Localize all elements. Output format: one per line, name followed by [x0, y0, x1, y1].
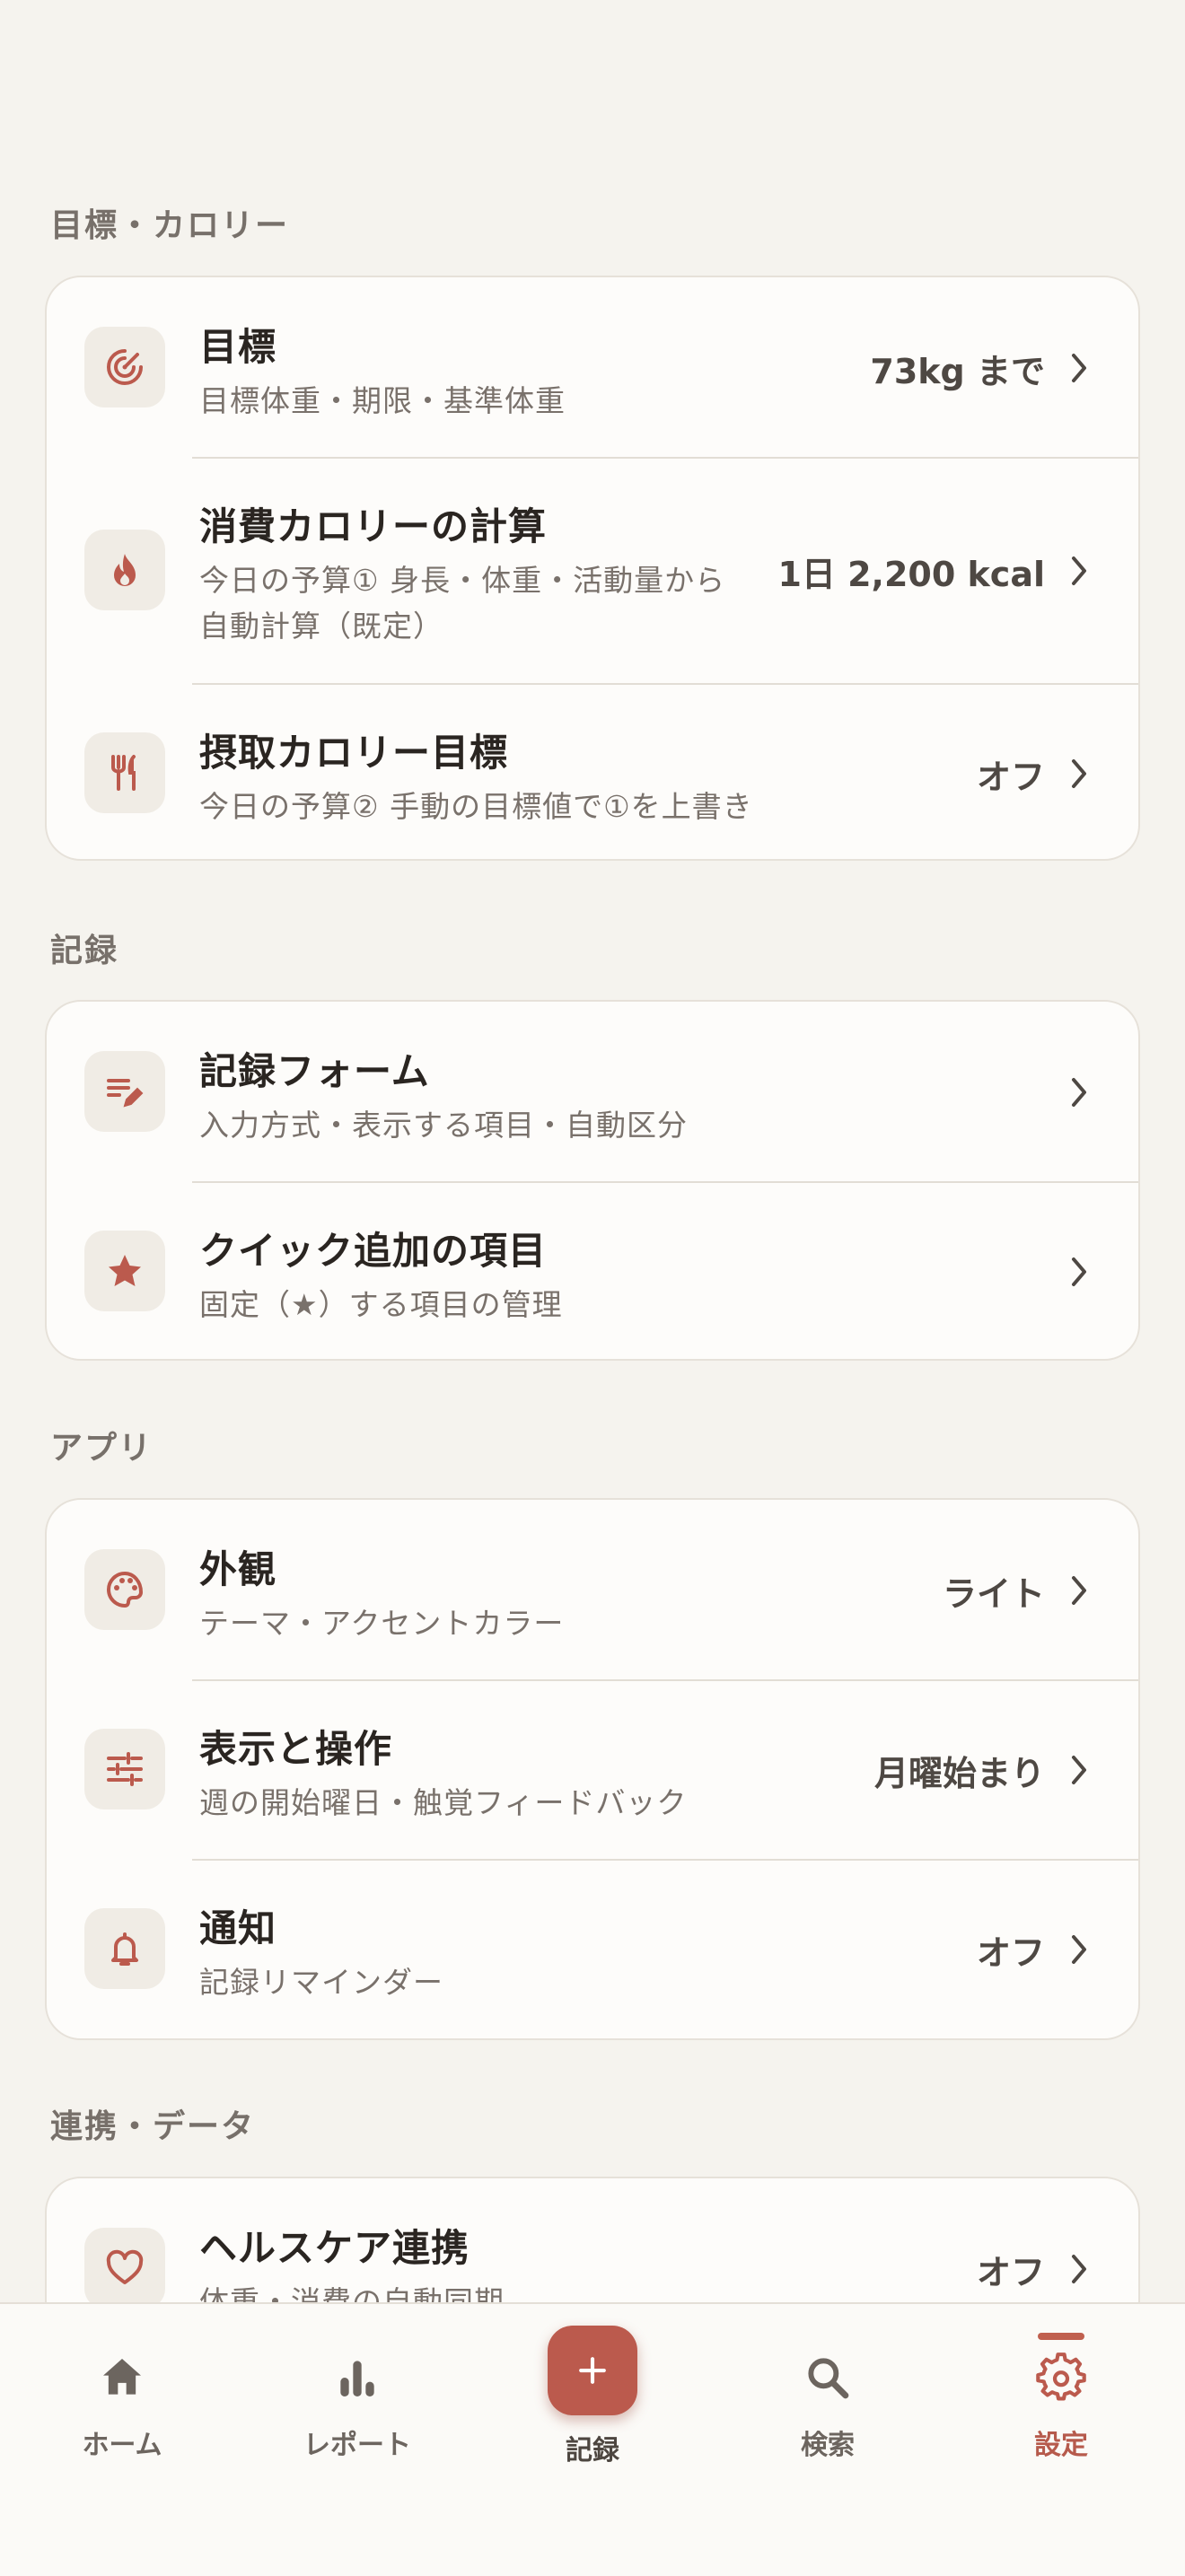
row-value: オフ — [976, 1933, 1045, 1973]
row-subtitle: テーマ・アクセントカラー — [199, 1606, 565, 1641]
active-tab-indicator — [1038, 2333, 1084, 2340]
gear-icon — [1036, 2353, 1086, 2401]
tab-reports[interactable]: レポート — [268, 2304, 447, 2502]
settings-row-healthcare[interactable]: ヘルスケア連携 体重・消費の自動同期 オフ — [47, 2178, 1138, 2302]
flame-icon — [84, 530, 165, 610]
row-subtitle-line1: 今日の予算① 身長・体重・活動量から — [199, 563, 726, 598]
tab-record-label: 記録 — [566, 2435, 619, 2466]
home-icon — [103, 2359, 141, 2395]
row-title: クイック追加の項目 — [199, 1229, 548, 1273]
row-title: 摂取カロリー目標 — [199, 731, 509, 775]
row-subtitle: 今日の予算② 手動の目標値で①を上書き — [199, 789, 753, 824]
settings-row-notifications[interactable]: 通知 記録リマインダー オフ — [47, 1859, 1138, 2038]
target-icon — [84, 327, 165, 407]
settings-row-quick-add[interactable]: クイック追加の項目 固定（★）する項目の管理 — [47, 1181, 1138, 1359]
sliders-icon — [84, 1729, 165, 1809]
section-title-goals: 目標・カロリー — [50, 207, 290, 244]
plus-icon — [579, 2357, 606, 2384]
row-value: ライト — [942, 1574, 1045, 1614]
settings-row-intake-target[interactable]: 摂取カロリー目標 今日の予算② 手動の目標値で①を上書き オフ — [47, 683, 1138, 859]
bell-icon — [84, 1908, 165, 1989]
row-value: オフ — [976, 2253, 1045, 2292]
row-subtitle: 週の開始曜日・触覚フィードバック — [199, 1785, 688, 1820]
chevron-right-icon — [1072, 759, 1086, 788]
row-subtitle: 入力方式・表示する項目・自動区分 — [199, 1108, 688, 1143]
card-app: 外観 テーマ・アクセントカラー ライト 表示と操作 週の開始曜日・触覚フィードバ… — [45, 1498, 1140, 2040]
section-title-records: 記録 — [50, 933, 119, 969]
settings-row-record-form[interactable]: 記録フォーム 入力方式・表示する項目・自動区分 — [47, 1002, 1138, 1181]
card-integration: ヘルスケア連携 体重・消費の自動同期 オフ — [45, 2177, 1140, 2302]
palette-icon — [84, 1549, 165, 1630]
chevron-right-icon — [1072, 1257, 1086, 1286]
bar-chart-icon — [340, 2361, 374, 2396]
tab-home-label: ホーム — [82, 2430, 162, 2461]
tab-settings[interactable]: 設定 — [971, 2304, 1151, 2502]
row-subtitle: 体重・消費の自動同期 — [199, 2284, 505, 2302]
card-goals: 目標 目標体重・期限・基準体重 73kg まで 消費カロリーの計算 今日の予算①… — [45, 276, 1140, 861]
section-title-integration: 連携・データ — [50, 2108, 256, 2145]
row-value: オフ — [976, 758, 1045, 797]
chevron-right-icon — [1072, 354, 1086, 382]
tab-reports-label: レポート — [303, 2430, 411, 2461]
star-icon — [84, 1231, 165, 1311]
row-title: 外観 — [199, 1547, 277, 1591]
chevron-right-icon — [1072, 1576, 1086, 1605]
section-title-app: アプリ — [50, 1430, 154, 1467]
chevron-right-icon — [1072, 556, 1086, 585]
settings-scroll-area[interactable]: 目標・カロリー 目標 目標体重・期限・基準体重 73kg まで 消費カロリーの計… — [0, 0, 1185, 2302]
tab-settings-label: 設定 — [1034, 2430, 1088, 2461]
row-subtitle: 記録リマインダー — [199, 1965, 443, 2000]
chevron-right-icon — [1072, 2255, 1086, 2283]
chevron-right-icon — [1072, 1935, 1086, 1964]
settings-row-display-controls[interactable]: 表示と操作 週の開始曜日・触覚フィードバック 月曜始まり — [47, 1679, 1138, 1859]
settings-row-appearance[interactable]: 外観 テーマ・アクセントカラー ライト — [47, 1500, 1138, 1679]
card-records: 記録フォーム 入力方式・表示する項目・自動区分 クイック追加の項目 固定（★）す… — [45, 1000, 1140, 1361]
chevron-right-icon — [1072, 1756, 1086, 1784]
search-icon — [808, 2358, 849, 2399]
fork-knife-icon — [84, 732, 165, 813]
tab-search-label: 検索 — [801, 2430, 855, 2461]
row-value: 1日 2,200 kcal — [777, 555, 1045, 594]
add-record-button[interactable] — [548, 2326, 637, 2415]
row-subtitle-line2: 自動計算（既定） — [199, 609, 443, 644]
tab-search[interactable]: 検索 — [738, 2304, 917, 2502]
row-value: 月曜始まり — [873, 1754, 1045, 1793]
row-title: 通知 — [199, 1906, 277, 1950]
chevron-right-icon — [1072, 1078, 1086, 1107]
edit-list-icon — [84, 1051, 165, 1132]
row-value: 73kg まで — [870, 352, 1045, 391]
row-title: 目標 — [199, 325, 277, 369]
tab-bar: ホーム レポート 記録 検索 設定 — [0, 2302, 1185, 2576]
row-title: 記録フォーム — [199, 1049, 430, 1093]
row-title: 消費カロリーの計算 — [199, 504, 548, 548]
row-title: ヘルスケア連携 — [199, 2226, 470, 2270]
row-title: 表示と操作 — [199, 1727, 393, 1771]
heart-icon — [84, 2228, 165, 2302]
row-subtitle: 目標体重・期限・基準体重 — [199, 383, 566, 418]
settings-row-burn-calc[interactable]: 消費カロリーの計算 今日の予算① 身長・体重・活動量から 自動計算（既定） 1日… — [47, 457, 1138, 683]
tab-home[interactable]: ホーム — [32, 2304, 212, 2502]
row-subtitle: 固定（★）する項目の管理 — [199, 1287, 563, 1322]
settings-row-goal[interactable]: 目標 目標体重・期限・基準体重 73kg まで — [47, 277, 1138, 457]
